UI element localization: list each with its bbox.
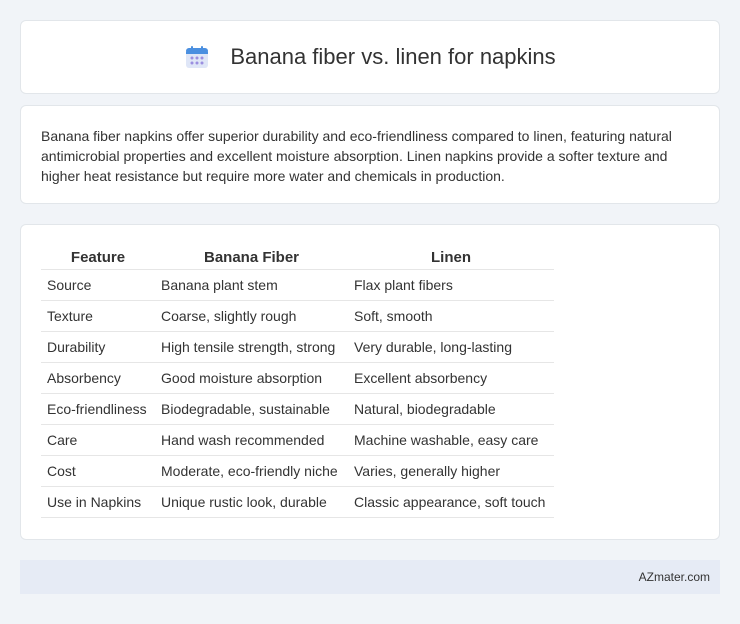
calendar-icon	[184, 44, 210, 70]
table-row: Durability High tensile strength, strong V…	[41, 331, 554, 363]
banana-fiber-cell: Biodegradable, sustainable	[155, 393, 348, 425]
table-header-row: Feature Banana Fiber Linen	[41, 245, 554, 270]
banana-fiber-cell: Hand wash recommended	[155, 424, 348, 456]
table-row: Cost Moderate, eco-friendly niche Varies, …	[41, 455, 554, 487]
linen-cell: Flax plant fibers	[348, 269, 554, 301]
table-row: Eco-friendliness Biodegradable, sustainab…	[41, 393, 554, 425]
table-row: Use in Napkins Unique rustic look, durabl…	[41, 486, 554, 518]
linen-cell: Natural, biodegradable	[348, 393, 554, 425]
page-title: Banana fiber vs. linen for napkins	[230, 44, 556, 69]
footer: AZmater.com	[20, 560, 720, 594]
feature-cell: Texture	[41, 300, 155, 332]
linen-cell: Very durable, long-lasting	[348, 331, 554, 363]
summary-text: Banana fiber napkins offer superior dura…	[41, 128, 672, 184]
comparison-table: Feature Banana Fiber Linen Source Banana …	[41, 245, 554, 518]
linen-cell: Excellent absorbency	[348, 362, 554, 394]
table-row: Care Hand wash recommended Machine washabl…	[41, 424, 554, 456]
feature-cell: Eco-friendliness	[41, 393, 155, 425]
linen-cell: Soft, smooth	[348, 300, 554, 332]
banana-fiber-cell: Coarse, slightly rough	[155, 300, 348, 332]
feature-cell: Care	[41, 424, 155, 456]
feature-cell: Source	[41, 269, 155, 301]
comparison-card: Feature Banana Fiber Linen Source Banana …	[20, 224, 720, 540]
table-row: Texture Coarse, slightly rough Soft, smoot…	[41, 300, 554, 332]
linen-cell: Machine washable, easy care	[348, 424, 554, 456]
feature-cell: Durability	[41, 331, 155, 363]
banana-fiber-cell: Unique rustic look, durable	[155, 486, 348, 518]
title-card: Banana fiber vs. linen for napkins	[20, 20, 720, 94]
table-row: Source Banana plant stem Flax plant fibers	[41, 269, 554, 301]
banana-fiber-cell: Good moisture absorption	[155, 362, 348, 394]
header-feature: Feature	[41, 245, 155, 270]
header-banana-fiber: Banana Fiber	[155, 245, 348, 270]
feature-cell: Absorbency	[41, 362, 155, 394]
banana-fiber-cell: High tensile strength, strong	[155, 331, 348, 363]
banana-fiber-cell: Moderate, eco-friendly niche	[155, 455, 348, 487]
table-body: Source Banana plant stem Flax plant fibers…	[41, 269, 554, 518]
summary-card: Banana fiber napkins offer superior dura…	[20, 105, 720, 204]
linen-cell: Classic appearance, soft touch	[348, 486, 554, 518]
linen-cell: Varies, generally higher	[348, 455, 554, 487]
feature-cell: Cost	[41, 455, 155, 487]
banana-fiber-cell: Banana plant stem	[155, 269, 348, 301]
table-row: Absorbency Good moisture absorption Excell…	[41, 362, 554, 394]
header-linen: Linen	[348, 245, 554, 270]
footer-brand: AZmater.com	[638, 570, 710, 584]
feature-cell: Use in Napkins	[41, 486, 155, 518]
